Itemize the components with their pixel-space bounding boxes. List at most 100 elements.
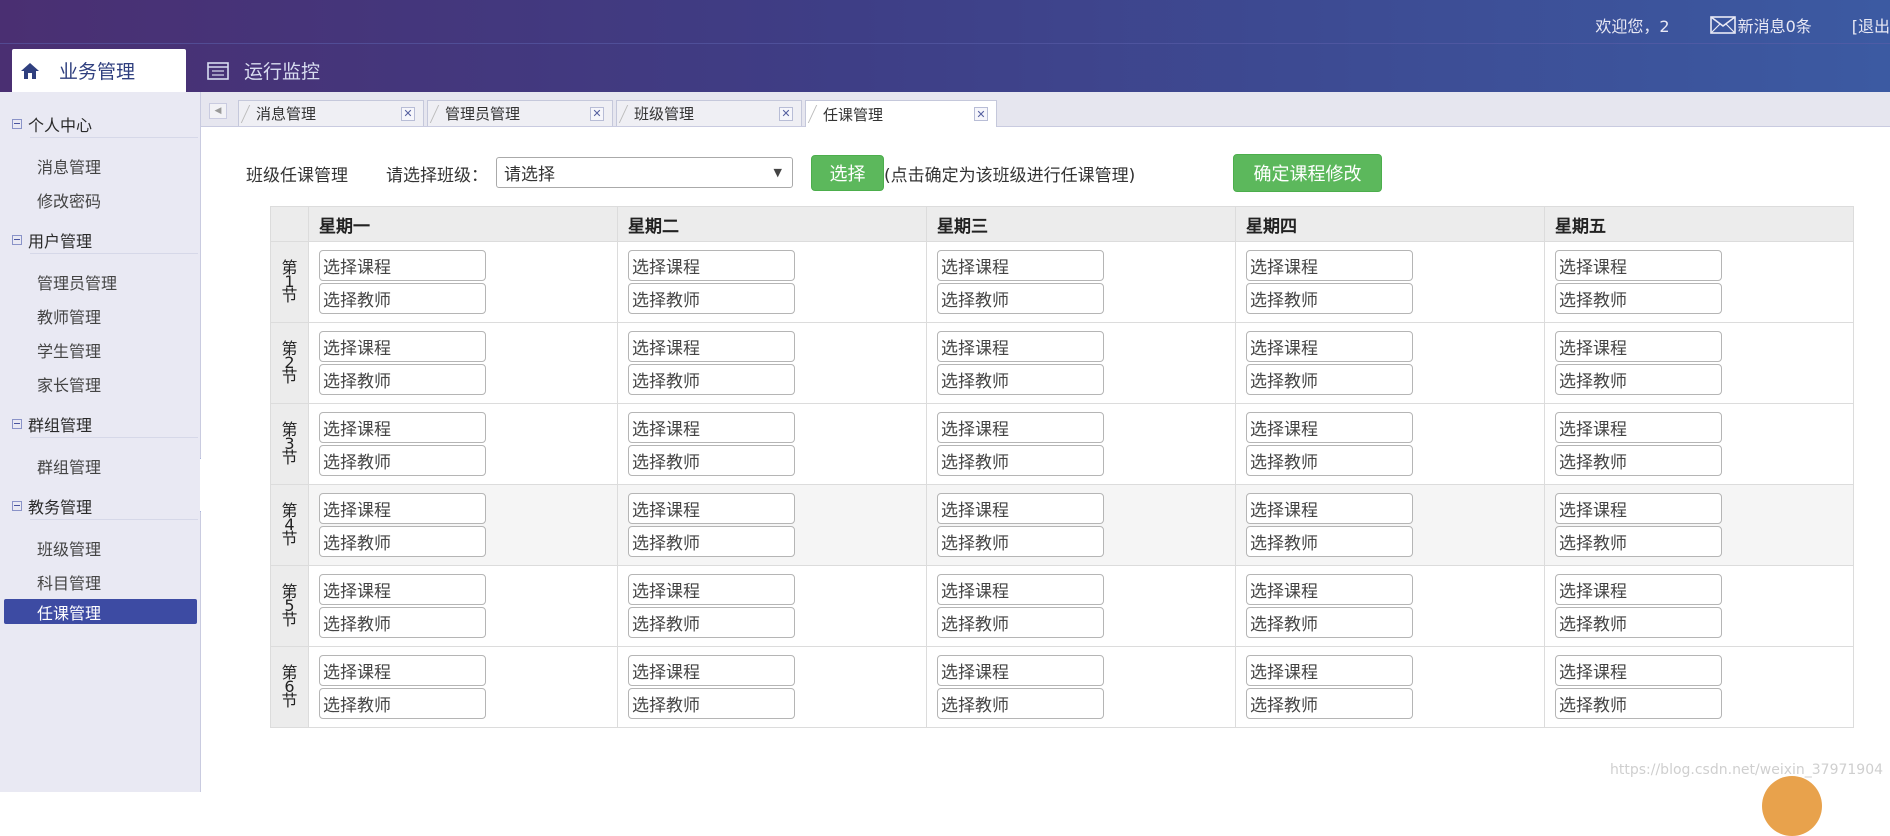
teacher-select[interactable]: 选择教师 — [1555, 607, 1722, 638]
list-icon — [207, 61, 229, 80]
teacher-select[interactable]: 选择教师 — [628, 364, 795, 395]
messages-link[interactable]: 新消息0条 — [1709, 13, 1812, 37]
course-select[interactable]: 选择课程 — [1246, 655, 1413, 686]
teacher-select[interactable]: 选择教师 — [319, 688, 486, 719]
teacher-select[interactable]: 选择教师 — [628, 526, 795, 557]
teacher-select[interactable]: 选择教师 — [319, 607, 486, 638]
tab-business-management[interactable]: 业务管理 — [12, 49, 186, 92]
teacher-select[interactable]: 选择教师 — [319, 526, 486, 557]
course-select[interactable]: 选择课程 — [1555, 655, 1722, 686]
teacher-select[interactable]: 选择教师 — [1555, 283, 1722, 314]
teacher-select[interactable]: 选择教师 — [1555, 526, 1722, 557]
close-icon[interactable]: ✕ — [401, 106, 415, 121]
teacher-select[interactable]: 选择教师 — [628, 688, 795, 719]
course-select[interactable]: 选择课程 — [1246, 331, 1413, 362]
course-select[interactable]: 选择课程 — [937, 493, 1104, 524]
teacher-select[interactable]: 选择教师 — [1246, 445, 1413, 476]
teacher-select[interactable]: 选择教师 — [937, 283, 1104, 314]
floating-avatar — [1762, 776, 1822, 836]
course-select[interactable]: 选择课程 — [319, 412, 486, 443]
teacher-select[interactable]: 选择教师 — [1555, 688, 1722, 719]
course-select[interactable]: 选择课程 — [937, 655, 1104, 686]
course-select[interactable]: 选择课程 — [937, 574, 1104, 605]
course-select[interactable]: 选择课程 — [319, 493, 486, 524]
sidebar-group-groups[interactable]: 群组管理 — [12, 412, 92, 436]
sidebar-item-teachers[interactable]: 教师管理 — [37, 304, 101, 328]
sidebar-item-classes[interactable]: 班级管理 — [37, 536, 101, 560]
class-select[interactable]: 请选择 ▼ — [496, 157, 793, 188]
confirm-course-changes-button[interactable]: 确定课程修改 — [1233, 154, 1382, 192]
course-select[interactable]: 选择课程 — [319, 331, 486, 362]
course-select[interactable]: 选择课程 — [1555, 574, 1722, 605]
teacher-select[interactable]: 选择教师 — [937, 445, 1104, 476]
course-select[interactable]: 选择课程 — [628, 574, 795, 605]
sidebar-item-teaching-assignment[interactable]: 任课管理 — [4, 599, 197, 624]
timetable-cell: 选择课程 选择教师 — [308, 403, 618, 485]
close-icon[interactable]: ✕ — [779, 106, 793, 121]
tab-classes[interactable]: 班级管理 ✕ — [616, 100, 802, 126]
course-select[interactable]: 选择课程 — [937, 331, 1104, 362]
teacher-select[interactable]: 选择教师 — [1246, 607, 1413, 638]
course-select[interactable]: 选择课程 — [937, 250, 1104, 281]
course-select[interactable]: 选择课程 — [628, 655, 795, 686]
timetable-cell: 选择课程 选择教师 — [1544, 322, 1854, 404]
tab-messages[interactable]: 消息管理 ✕ — [238, 100, 424, 126]
select-class-button[interactable]: 选择 — [811, 155, 884, 191]
page-title: 班级任课管理 — [246, 166, 348, 186]
course-select[interactable]: 选择课程 — [1555, 412, 1722, 443]
timetable-cell: 选择课程 选择教师 — [308, 241, 618, 323]
course-select[interactable]: 选择课程 — [319, 655, 486, 686]
course-select[interactable]: 选择课程 — [1246, 412, 1413, 443]
course-select[interactable]: 选择课程 — [1555, 331, 1722, 362]
teacher-select[interactable]: 选择教师 — [1246, 526, 1413, 557]
sidebar-group-users[interactable]: 用户管理 — [12, 228, 92, 252]
teacher-select[interactable]: 选择教师 — [319, 283, 486, 314]
course-select[interactable]: 选择课程 — [1246, 250, 1413, 281]
tab-admins[interactable]: 管理员管理 ✕ — [427, 100, 613, 126]
course-select[interactable]: 选择课程 — [1555, 250, 1722, 281]
sidebar-item-group-management[interactable]: 群组管理 — [37, 454, 101, 478]
teacher-select[interactable]: 选择教师 — [628, 445, 795, 476]
sidebar-item-admins[interactable]: 管理员管理 — [37, 270, 117, 294]
sidebar-item-students[interactable]: 学生管理 — [37, 338, 101, 362]
timetable-cell: 选择课程 选择教师 — [308, 565, 618, 647]
sidebar-item-subjects[interactable]: 科目管理 — [37, 570, 101, 594]
teacher-select[interactable]: 选择教师 — [1555, 364, 1722, 395]
sidebar-item-messages[interactable]: 消息管理 — [37, 154, 101, 178]
course-select[interactable]: 选择课程 — [1246, 493, 1413, 524]
teacher-select[interactable]: 选择教师 — [319, 445, 486, 476]
teacher-select[interactable]: 选择教师 — [1555, 445, 1722, 476]
day-header: 星期二 — [617, 206, 927, 242]
course-select[interactable]: 选择课程 — [319, 574, 486, 605]
tab-runtime-monitor[interactable]: 运行监控 — [207, 49, 320, 92]
teacher-select[interactable]: 选择教师 — [937, 607, 1104, 638]
course-select[interactable]: 选择课程 — [319, 250, 486, 281]
timetable-cell: 选择课程 选择教师 — [1235, 241, 1545, 323]
teacher-select[interactable]: 选择教师 — [937, 688, 1104, 719]
logout-link[interactable]: [退出 — [1852, 13, 1890, 37]
timetable-cell: 选择课程 选择教师 — [926, 565, 1236, 647]
course-select[interactable]: 选择课程 — [628, 493, 795, 524]
teacher-select[interactable]: 选择教师 — [1246, 283, 1413, 314]
course-select[interactable]: 选择课程 — [628, 412, 795, 443]
tab-teaching-assignment[interactable]: 任课管理 ✕ — [805, 100, 997, 127]
course-select[interactable]: 选择课程 — [628, 250, 795, 281]
teacher-select[interactable]: 选择教师 — [1246, 688, 1413, 719]
course-select[interactable]: 选择课程 — [628, 331, 795, 362]
sidebar-item-parents[interactable]: 家长管理 — [37, 372, 101, 396]
sidebar-group-academic[interactable]: 教务管理 — [12, 494, 92, 518]
close-icon[interactable]: ✕ — [974, 107, 988, 121]
teacher-select[interactable]: 选择教师 — [937, 526, 1104, 557]
teacher-select[interactable]: 选择教师 — [628, 283, 795, 314]
teacher-select[interactable]: 选择教师 — [628, 607, 795, 638]
close-icon[interactable]: ✕ — [590, 106, 604, 121]
tab-scroll-left-icon[interactable]: ◀ — [209, 103, 227, 119]
course-select[interactable]: 选择课程 — [1555, 493, 1722, 524]
sidebar-group-personal[interactable]: 个人中心 — [12, 112, 92, 136]
teacher-select[interactable]: 选择教师 — [937, 364, 1104, 395]
course-select[interactable]: 选择课程 — [1246, 574, 1413, 605]
teacher-select[interactable]: 选择教师 — [1246, 364, 1413, 395]
sidebar-item-change-password[interactable]: 修改密码 — [37, 188, 101, 212]
course-select[interactable]: 选择课程 — [937, 412, 1104, 443]
teacher-select[interactable]: 选择教师 — [319, 364, 486, 395]
